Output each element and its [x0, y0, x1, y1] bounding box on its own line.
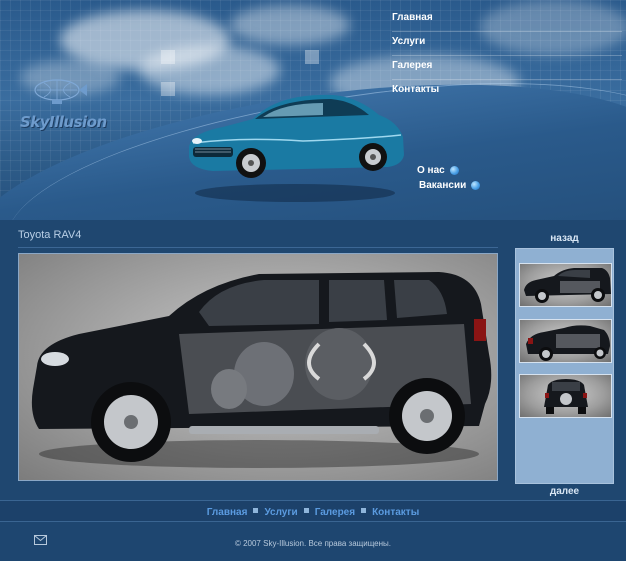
blue-dot-icon	[449, 166, 459, 175]
vacancies-link[interactable]: Вакансии	[419, 180, 481, 191]
about-link[interactable]: О нас	[417, 165, 480, 176]
footer-contacts-link[interactable]: Контакты	[372, 507, 419, 518]
blue-dot-icon	[471, 181, 481, 190]
site-header: SkyIllusion Главная Услуги Галерея Конта…	[0, 0, 626, 220]
main-gallery-photo[interactable]	[18, 253, 498, 481]
thumb-suv-rear	[544, 379, 588, 414]
thumbs-next-link[interactable]: далее	[515, 486, 614, 497]
footer-nav: Главная Услуги Галерея Контакты	[0, 500, 626, 522]
thumb-suv-rear-angle	[526, 325, 610, 361]
footer-services-link[interactable]: Услуги	[264, 507, 297, 518]
footer-gallery-link[interactable]: Галерея	[315, 507, 355, 518]
nav-services-link[interactable]: Услуги	[392, 32, 622, 56]
thumbnail-3[interactable]	[519, 374, 612, 418]
logo-text: SkyIllusion	[20, 113, 107, 131]
decor-square	[161, 50, 175, 64]
decor-square	[305, 50, 319, 64]
nav-home-link[interactable]: Главная	[392, 8, 622, 32]
site-logo[interactable]: SkyIllusion	[20, 78, 107, 138]
airship-icon	[34, 79, 87, 104]
suv-photo	[31, 272, 492, 468]
separator	[303, 507, 309, 513]
thumbs-prev-link[interactable]: назад	[515, 233, 614, 244]
title-divider	[18, 247, 498, 248]
copyright-text: © 2007 Sky-Illusion. Все права защищены.	[234, 539, 392, 548]
hero-car-image	[189, 94, 404, 202]
footer-home-link[interactable]: Главная	[207, 507, 248, 518]
page-title: Toyota RAV4	[18, 229, 82, 241]
thumbnail-strip	[515, 248, 614, 484]
thumbnail-1[interactable]	[519, 263, 612, 307]
about-link-label: О нас	[417, 165, 445, 176]
top-nav: Главная Услуги Галерея Контакты	[392, 8, 622, 104]
side-links: О нас Вакансии	[417, 165, 481, 195]
separator	[253, 507, 259, 513]
nav-contacts-link[interactable]: Контакты	[392, 80, 622, 104]
decor-square	[161, 82, 175, 96]
nav-gallery-link[interactable]: Галерея	[392, 56, 622, 80]
thumb-suv-side	[524, 268, 611, 303]
thumbnail-2[interactable]	[519, 319, 612, 363]
vacancies-link-label: Вакансии	[419, 180, 467, 191]
separator	[361, 507, 367, 513]
page-bottom: © 2007 Sky-Illusion. Все права защищены.	[0, 522, 626, 561]
